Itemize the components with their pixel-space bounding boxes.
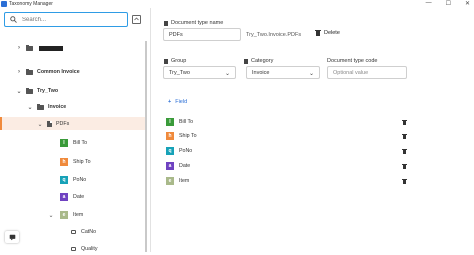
field-type-icon: q bbox=[60, 176, 68, 184]
panel-splitter[interactable] bbox=[150, 8, 151, 252]
doc-type-code-label: Document type code bbox=[327, 58, 378, 64]
subfield-icon bbox=[71, 230, 76, 234]
field-type-icon: e bbox=[60, 211, 68, 219]
field-row-ship-to[interactable]: h Ship To bbox=[166, 131, 197, 141]
field-row-label: Bill To bbox=[179, 119, 194, 125]
search-input[interactable] bbox=[22, 14, 122, 25]
trash-icon bbox=[315, 29, 321, 36]
tree-item-label: Bill To bbox=[73, 140, 88, 146]
tree-item-invoice[interactable]: ⌄ Invoice bbox=[27, 101, 66, 113]
tree-item-label: CatNo bbox=[81, 229, 97, 235]
delete-button[interactable]: Delete bbox=[315, 29, 340, 36]
category-select[interactable]: Invoice ⌄ bbox=[246, 66, 320, 79]
folder-icon bbox=[164, 58, 168, 64]
window-controls: — ☐ ✕ bbox=[426, 0, 470, 7]
chevron-down-icon: ⌄ bbox=[27, 104, 33, 111]
field-row-date[interactable]: a Date bbox=[166, 161, 190, 171]
tree-item-root[interactable]: › bbox=[16, 42, 63, 54]
folder-icon bbox=[244, 58, 248, 64]
chevron-down-icon: ⌄ bbox=[308, 71, 314, 77]
chevron-up-icon bbox=[134, 17, 139, 21]
tree-item-label: Quality bbox=[81, 246, 98, 252]
chevron-right-icon: › bbox=[18, 45, 20, 51]
tree-item-label: Invoice bbox=[48, 104, 67, 110]
doc-type-name-input[interactable]: PDFs bbox=[163, 28, 241, 41]
field-type-icon: h bbox=[166, 132, 174, 140]
tree-item-try-two[interactable]: ⌄ Try_Two bbox=[16, 85, 58, 97]
folder-icon bbox=[37, 104, 44, 110]
tree-item-label: Item bbox=[73, 212, 84, 218]
field-type-icon: a bbox=[166, 162, 174, 170]
doc-type-code-input[interactable]: Optional value bbox=[327, 66, 407, 79]
tree-subfield-catno[interactable]: CatNo bbox=[71, 226, 96, 238]
document-icon bbox=[164, 20, 168, 26]
field-type-icon: I bbox=[166, 118, 174, 126]
tree-panel: › › Common Invoice ⌄ Try_Two ⌄ Invoice ⌄… bbox=[0, 8, 147, 252]
field-row-label: Item bbox=[179, 178, 190, 184]
folder-icon bbox=[26, 88, 33, 94]
add-field-button[interactable]: + Field bbox=[168, 99, 187, 105]
collapse-all-button[interactable] bbox=[132, 15, 141, 24]
chevron-down-icon: ⌄ bbox=[48, 212, 54, 219]
group-label: Group bbox=[164, 58, 186, 64]
category-label: Category bbox=[244, 58, 273, 64]
tree-item-label: PDFs bbox=[56, 121, 70, 127]
field-type-icon: q bbox=[166, 147, 174, 155]
search-icon bbox=[10, 16, 17, 23]
tree-field-ship-to[interactable]: h Ship To bbox=[60, 156, 91, 168]
field-row-label: Date bbox=[179, 163, 191, 169]
field-type-icon: e bbox=[166, 177, 174, 185]
tree-item-label: Ship To bbox=[73, 159, 91, 165]
plus-icon: + bbox=[168, 99, 172, 105]
chevron-right-icon: › bbox=[18, 69, 20, 75]
trash-icon[interactable] bbox=[402, 120, 407, 125]
field-row-bill-to[interactable]: I Bill To bbox=[166, 117, 193, 127]
doc-type-path: Try_Two.Invoice.PDFs bbox=[246, 32, 302, 38]
field-row-label: PoNo bbox=[179, 148, 193, 154]
document-icon bbox=[47, 121, 52, 127]
field-row-item[interactable]: e Item bbox=[166, 176, 189, 186]
tree-subfield-quality[interactable]: Quality bbox=[71, 243, 98, 255]
field-type-icon: h bbox=[60, 158, 68, 166]
trash-icon[interactable] bbox=[402, 179, 407, 184]
tree-field-item[interactable]: ⌄ e Item bbox=[48, 209, 83, 221]
search-box[interactable] bbox=[4, 12, 128, 27]
tree-item-label: Try_Two bbox=[37, 88, 59, 94]
close-icon[interactable]: ✕ bbox=[465, 0, 470, 7]
title-bar: Taxonomy Manager — ☐ ✕ bbox=[0, 0, 474, 8]
trash-icon[interactable] bbox=[402, 134, 407, 139]
tree-field-pono[interactable]: q PoNo bbox=[60, 174, 86, 186]
chevron-down-icon: ⌄ bbox=[224, 71, 230, 77]
tree-item-common-invoice[interactable]: › Common Invoice bbox=[16, 66, 80, 78]
window-title: Taxonomy Manager bbox=[9, 1, 53, 7]
field-row-label: Ship To bbox=[179, 133, 197, 139]
group-select[interactable]: Try_Two ⌄ bbox=[163, 66, 236, 79]
minimize-icon[interactable]: — bbox=[426, 0, 432, 7]
folder-icon bbox=[26, 69, 33, 75]
field-row-pono[interactable]: q PoNo bbox=[166, 146, 192, 156]
chevron-down-icon: ⌄ bbox=[16, 88, 22, 95]
maximize-icon[interactable]: ☐ bbox=[446, 0, 451, 7]
app-icon bbox=[1, 1, 7, 7]
trash-icon[interactable] bbox=[402, 164, 407, 169]
field-type-icon: a bbox=[60, 193, 68, 201]
subfield-icon bbox=[71, 247, 76, 251]
tree-item-label: PoNo bbox=[73, 177, 87, 183]
chat-button[interactable] bbox=[5, 231, 19, 243]
folder-icon bbox=[26, 45, 33, 51]
doc-type-name-label: Document type name bbox=[164, 20, 223, 26]
redacted-label bbox=[39, 45, 63, 51]
tree-scrollbar[interactable] bbox=[145, 41, 147, 252]
field-type-icon: I bbox=[60, 139, 68, 147]
tree-item-label: Common Invoice bbox=[37, 69, 80, 75]
trash-icon[interactable] bbox=[402, 149, 407, 154]
tree-field-date[interactable]: a Date bbox=[60, 191, 84, 203]
tree-field-bill-to[interactable]: I Bill To bbox=[60, 137, 87, 149]
chevron-down-icon: ⌄ bbox=[37, 121, 43, 128]
tree-item-pdfs[interactable]: ⌄ PDFs bbox=[37, 118, 69, 130]
selected-row-highlight bbox=[0, 117, 145, 130]
chat-icon bbox=[9, 234, 15, 240]
tree-item-label: Date bbox=[73, 194, 85, 200]
